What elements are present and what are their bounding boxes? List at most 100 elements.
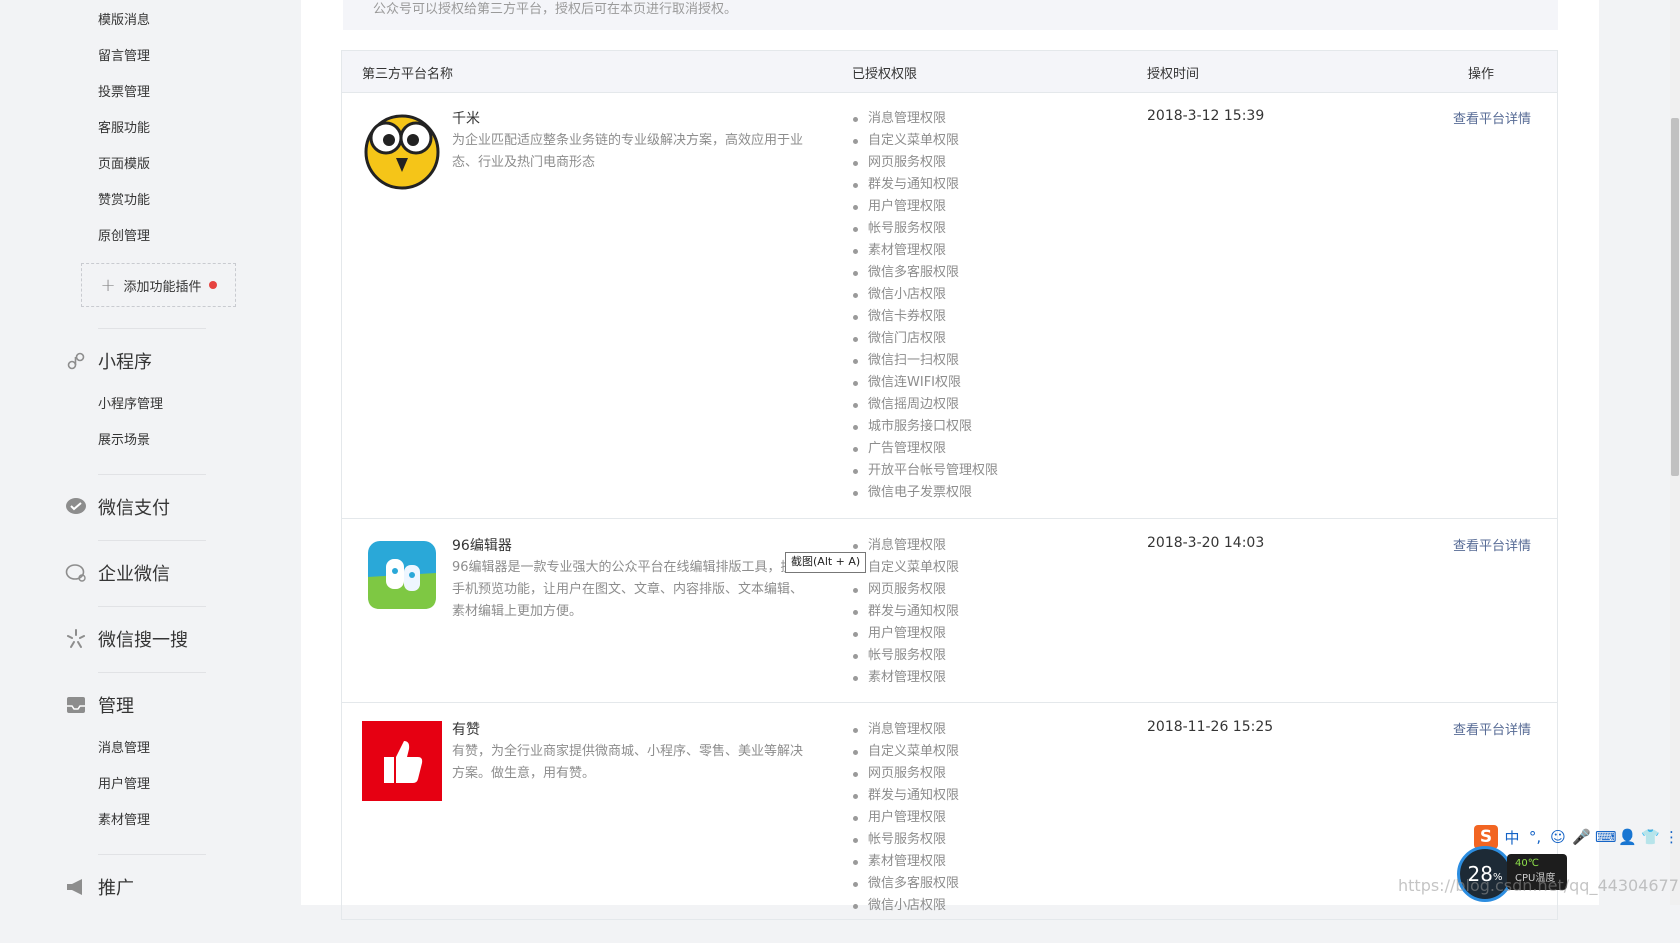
sidebar-item-original-manage[interactable]: 原创管理 — [98, 228, 150, 246]
view-platform-details-link[interactable]: 查看平台详情 — [1453, 108, 1531, 127]
permission-item: 网页服务权限 — [853, 579, 959, 601]
sparkle-icon — [64, 627, 88, 651]
permission-item: 帐号服务权限 — [853, 218, 998, 240]
sidebar-section-wechat-search[interactable]: 微信搜一搜 — [64, 625, 188, 653]
platform-name: 有赞 — [452, 722, 480, 738]
sidebar-item-material-manage[interactable]: 素材管理 — [98, 812, 150, 830]
permission-item: 用户管理权限 — [853, 623, 959, 645]
permission-item: 消息管理权限 — [853, 108, 998, 130]
permission-item: 广告管理权限 — [853, 438, 998, 460]
scrollbar-thumb[interactable] — [1671, 118, 1679, 476]
permission-item: 群发与通知权限 — [853, 785, 959, 807]
sidebar-item-customer-service[interactable]: 客服功能 — [98, 120, 150, 138]
auth-time: 2018-3-20 14:03 — [1147, 535, 1265, 551]
sidebar-item-miniprogram-manage[interactable]: 小程序管理 — [98, 396, 163, 414]
platform-name: 千米 — [452, 111, 480, 127]
add-plugin-button[interactable]: + 添加功能插件 — [81, 263, 236, 307]
permission-item: 微信多客服权限 — [853, 262, 998, 284]
permission-item: 微信小店权限 — [853, 284, 998, 306]
platform-description: 有赞，为全行业商家提供微商城、小程序、零售、美业等解决方案。做生意，用有赞。 — [452, 744, 804, 781]
plus-icon: + — [100, 274, 116, 296]
sidebar-section-manage[interactable]: 管理 — [64, 691, 134, 719]
permission-item: 消息管理权限 — [853, 535, 959, 557]
sidebar-item-comment-manage[interactable]: 留言管理 — [98, 48, 150, 66]
permission-item: 帐号服务权限 — [853, 829, 959, 851]
sidebar-divider — [98, 606, 206, 607]
sidebar-nav: 模版消息 留言管理 投票管理 客服功能 页面模版 赞赏功能 原创管理 + 添加功… — [0, 0, 301, 905]
add-plugin-label: 添加功能插件 — [123, 279, 202, 295]
sidebar-section-label: 小程序 — [98, 352, 152, 373]
sidebar-section-label: 管理 — [98, 696, 134, 717]
column-header-platform-name: 第三方平台名称 — [362, 67, 454, 82]
permission-item: 开放平台帐号管理权限 — [853, 460, 998, 482]
permission-list: 消息管理权限 自定义菜单权限 网页服务权限 群发与通知权限 用户管理权限 帐号服… — [853, 108, 998, 504]
permission-item: 素材管理权限 — [853, 240, 998, 262]
table-row: 千米 为企业匹配适应整条业务链的专业级解决方案，高效应用于业态、行业及热门电商形… — [342, 92, 1557, 519]
megaphone-icon — [64, 875, 88, 899]
sidebar-section-work-wechat[interactable]: 企业微信 — [64, 559, 170, 587]
column-header-action: 操作 — [1468, 67, 1495, 82]
work-wechat-icon — [64, 561, 88, 585]
qianmi-logo — [362, 110, 442, 190]
wechat-pay-icon — [64, 495, 88, 519]
permission-item: 群发与通知权限 — [853, 174, 998, 196]
ime-skin-icon[interactable]: 👕 — [1641, 828, 1660, 846]
permission-item: 微信扫一扫权限 — [853, 350, 998, 372]
sidebar-divider — [98, 328, 206, 329]
sidebar-section-label: 微信搜一搜 — [98, 630, 188, 651]
ime-voice-icon[interactable]: 🎤 — [1572, 828, 1591, 846]
permission-item: 微信电子发票权限 — [853, 482, 998, 504]
platform-name: 96编辑器 — [452, 538, 512, 554]
sidebar-item-user-manage[interactable]: 用户管理 — [98, 776, 150, 794]
platform-description: 为企业匹配适应整条业务链的专业级解决方案，高效应用于业态、行业及热门电商形态 — [452, 133, 804, 170]
table-row: 有赞 有赞，为全行业商家提供微商城、小程序、零售、美业等解决方案。做生意，用有赞… — [342, 703, 1557, 943]
permission-list: 消息管理权限 自定义菜单权限 网页服务权限 群发与通知权限 用户管理权限 帐号服… — [853, 719, 959, 917]
platform-description: 96编辑器是一款专业强大的公众平台在线编辑排版工具，提供手机预览功能，让用户在图… — [452, 560, 807, 619]
permission-item: 素材管理权限 — [853, 667, 959, 689]
permission-item: 自定义菜单权限 — [853, 741, 959, 763]
sidebar-item-vote-manage[interactable]: 投票管理 — [98, 84, 150, 102]
ime-menu-icon[interactable]: ⋮⋮ — [1664, 828, 1680, 846]
sidebar-item-page-template[interactable]: 页面模版 — [98, 156, 150, 174]
page-scrollbar[interactable] — [1670, 0, 1680, 905]
ime-punctuation-button[interactable]: °, — [1526, 828, 1544, 846]
96editor-logo — [362, 537, 442, 617]
authorization-notice: 公众号可以授权给第三方平台，授权后可在本页进行取消授权。 — [343, 0, 1558, 30]
sidebar-item-template-message[interactable]: 模版消息 — [98, 12, 150, 30]
permission-item: 微信门店权限 — [853, 328, 998, 350]
main-panel: 公众号可以授权给第三方平台，授权后可在本页进行取消授权。 第三方平台名称 已授权… — [301, 0, 1599, 920]
ime-emoji-icon[interactable]: ☺ — [1549, 828, 1567, 846]
red-dot-badge — [208, 281, 217, 289]
sidebar-section-wechat-pay[interactable]: 微信支付 — [64, 493, 170, 521]
cpu-temp-value: 40℃ — [1515, 858, 1539, 869]
sidebar-item-message-manage[interactable]: 消息管理 — [98, 740, 150, 758]
permission-item: 用户管理权限 — [853, 807, 959, 829]
permission-item: 网页服务权限 — [853, 763, 959, 785]
sidebar-item-reward[interactable]: 赞赏功能 — [98, 192, 150, 210]
auth-time: 2018-3-12 15:39 — [1147, 108, 1265, 124]
column-header-auth-time: 授权时间 — [1147, 67, 1200, 82]
ime-keyboard-icon[interactable]: ⌨ — [1595, 828, 1617, 846]
sidebar-section-miniprogram[interactable]: 小程序 — [64, 347, 152, 375]
permission-item: 自定义菜单权限 — [853, 557, 959, 579]
table-header: 第三方平台名称 已授权权限 授权时间 操作 — [342, 51, 1557, 93]
permission-item: 帐号服务权限 — [853, 645, 959, 667]
third-party-table: 第三方平台名称 已授权权限 授权时间 操作 千米 为企业匹配适应整条业务链的专业… — [341, 50, 1558, 920]
ime-chinese-mode-button[interactable]: 中 — [1503, 827, 1521, 848]
permission-item: 微信小店权限 — [853, 895, 959, 917]
sidebar-divider — [98, 854, 206, 855]
permission-item: 群发与通知权限 — [853, 601, 959, 623]
permission-item: 网页服务权限 — [853, 152, 998, 174]
sidebar-section-label: 企业微信 — [98, 564, 170, 585]
sidebar-divider — [98, 474, 206, 475]
permission-item: 用户管理权限 — [853, 196, 998, 218]
inbox-icon — [64, 693, 88, 717]
ime-user-icon[interactable]: 👤 — [1618, 828, 1637, 846]
sidebar-section-promote[interactable]: 推广 — [64, 873, 134, 901]
sidebar-item-display-scene[interactable]: 展示场景 — [98, 432, 150, 450]
view-platform-details-link[interactable]: 查看平台详情 — [1453, 535, 1531, 554]
view-platform-details-link[interactable]: 查看平台详情 — [1453, 719, 1531, 738]
permission-item: 素材管理权限 — [853, 851, 959, 873]
link-icon — [64, 349, 88, 373]
permission-item: 微信卡券权限 — [853, 306, 998, 328]
